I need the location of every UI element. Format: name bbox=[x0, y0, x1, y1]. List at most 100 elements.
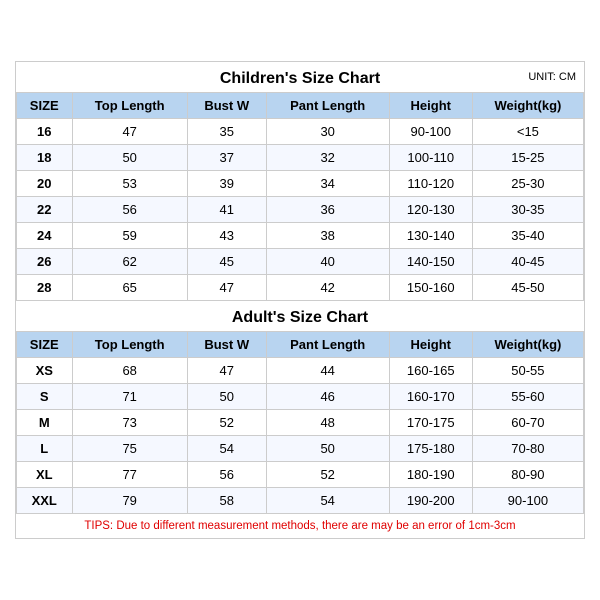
table-cell: 37 bbox=[187, 145, 266, 171]
col-header-pant-length: Pant Length bbox=[266, 93, 389, 119]
table-cell: 46 bbox=[266, 384, 389, 410]
table-cell: 68 bbox=[72, 358, 187, 384]
table-row: 22564136120-13030-35 bbox=[17, 197, 584, 223]
table-cell: 38 bbox=[266, 223, 389, 249]
table-cell: 47 bbox=[187, 358, 266, 384]
col-header-weight: Weight(kg) bbox=[472, 93, 583, 119]
table-cell: 52 bbox=[266, 462, 389, 488]
table-cell: 42 bbox=[266, 275, 389, 301]
col-header-top-length: Top Length bbox=[72, 93, 187, 119]
table-cell: 110-120 bbox=[389, 171, 472, 197]
table-cell: 190-200 bbox=[389, 488, 472, 514]
table-cell: 15-25 bbox=[472, 145, 583, 171]
table-cell: 160-165 bbox=[389, 358, 472, 384]
table-cell: 16 bbox=[17, 119, 73, 145]
table-cell: 28 bbox=[17, 275, 73, 301]
children-header-row: SIZE Top Length Bust W Pant Length Heigh… bbox=[17, 93, 584, 119]
table-cell: 30-35 bbox=[472, 197, 583, 223]
table-row: M735248170-17560-70 bbox=[17, 410, 584, 436]
table-cell: <15 bbox=[472, 119, 583, 145]
table-cell: 30 bbox=[266, 119, 389, 145]
table-cell: 45 bbox=[187, 249, 266, 275]
table-cell: 180-190 bbox=[389, 462, 472, 488]
col-header-height: Height bbox=[389, 93, 472, 119]
table-row: 18503732100-11015-25 bbox=[17, 145, 584, 171]
table-cell: 18 bbox=[17, 145, 73, 171]
table-cell: XL bbox=[17, 462, 73, 488]
adult-title-text: Adult's Size Chart bbox=[232, 309, 368, 326]
table-cell: 20 bbox=[17, 171, 73, 197]
table-cell: 100-110 bbox=[389, 145, 472, 171]
table-row: 26624540140-15040-45 bbox=[17, 249, 584, 275]
col-header-bust-w: Bust W bbox=[187, 93, 266, 119]
table-cell: 34 bbox=[266, 171, 389, 197]
table-row: XL775652180-19080-90 bbox=[17, 462, 584, 488]
table-cell: 22 bbox=[17, 197, 73, 223]
col-header-top-length-a: Top Length bbox=[72, 332, 187, 358]
table-cell: 45-50 bbox=[472, 275, 583, 301]
table-row: 20533934110-12025-30 bbox=[17, 171, 584, 197]
table-cell: 80-90 bbox=[472, 462, 583, 488]
table-cell: 50 bbox=[72, 145, 187, 171]
table-row: 28654742150-16045-50 bbox=[17, 275, 584, 301]
table-cell: 90-100 bbox=[389, 119, 472, 145]
table-row: XXL795854190-20090-100 bbox=[17, 488, 584, 514]
table-cell: 52 bbox=[187, 410, 266, 436]
table-cell: 43 bbox=[187, 223, 266, 249]
table-cell: 44 bbox=[266, 358, 389, 384]
table-cell: 39 bbox=[187, 171, 266, 197]
table-cell: 50-55 bbox=[472, 358, 583, 384]
col-header-height-a: Height bbox=[389, 332, 472, 358]
table-cell: 60-70 bbox=[472, 410, 583, 436]
table-cell: 24 bbox=[17, 223, 73, 249]
table-cell: 75 bbox=[72, 436, 187, 462]
table-cell: 70-80 bbox=[472, 436, 583, 462]
tips-row: TIPS: Due to different measurement metho… bbox=[16, 514, 584, 538]
table-cell: 50 bbox=[266, 436, 389, 462]
table-cell: 120-130 bbox=[389, 197, 472, 223]
col-header-pant-length-a: Pant Length bbox=[266, 332, 389, 358]
table-cell: 58 bbox=[187, 488, 266, 514]
table-cell: 35-40 bbox=[472, 223, 583, 249]
table-cell: 36 bbox=[266, 197, 389, 223]
table-cell: 79 bbox=[72, 488, 187, 514]
table-cell: 41 bbox=[187, 197, 266, 223]
adult-size-table: SIZE Top Length Bust W Pant Length Heigh… bbox=[16, 331, 584, 514]
table-cell: 40-45 bbox=[472, 249, 583, 275]
table-cell: 35 bbox=[187, 119, 266, 145]
table-cell: 130-140 bbox=[389, 223, 472, 249]
table-cell: 140-150 bbox=[389, 249, 472, 275]
table-cell: 150-160 bbox=[389, 275, 472, 301]
table-cell: 26 bbox=[17, 249, 73, 275]
table-cell: 53 bbox=[72, 171, 187, 197]
table-cell: S bbox=[17, 384, 73, 410]
table-cell: 59 bbox=[72, 223, 187, 249]
children-section-title: Children's Size Chart UNIT: CM bbox=[16, 62, 584, 92]
table-cell: 56 bbox=[187, 462, 266, 488]
table-row: 1647353090-100<15 bbox=[17, 119, 584, 145]
table-cell: 175-180 bbox=[389, 436, 472, 462]
col-header-bust-w-a: Bust W bbox=[187, 332, 266, 358]
col-header-size: SIZE bbox=[17, 93, 73, 119]
table-cell: 40 bbox=[266, 249, 389, 275]
table-cell: 47 bbox=[72, 119, 187, 145]
col-header-size-a: SIZE bbox=[17, 332, 73, 358]
table-cell: M bbox=[17, 410, 73, 436]
table-cell: 56 bbox=[72, 197, 187, 223]
table-cell: 50 bbox=[187, 384, 266, 410]
table-cell: 160-170 bbox=[389, 384, 472, 410]
table-cell: 62 bbox=[72, 249, 187, 275]
children-title-text: Children's Size Chart bbox=[220, 70, 380, 87]
col-header-weight-a: Weight(kg) bbox=[472, 332, 583, 358]
table-cell: 77 bbox=[72, 462, 187, 488]
table-row: 24594338130-14035-40 bbox=[17, 223, 584, 249]
adult-section-title: Adult's Size Chart bbox=[16, 301, 584, 331]
table-cell: XXL bbox=[17, 488, 73, 514]
table-cell: 47 bbox=[187, 275, 266, 301]
table-cell: 48 bbox=[266, 410, 389, 436]
adult-header-row: SIZE Top Length Bust W Pant Length Heigh… bbox=[17, 332, 584, 358]
table-row: XS684744160-16550-55 bbox=[17, 358, 584, 384]
table-cell: 71 bbox=[72, 384, 187, 410]
table-cell: 32 bbox=[266, 145, 389, 171]
chart-container: Children's Size Chart UNIT: CM SIZE Top … bbox=[15, 61, 585, 539]
